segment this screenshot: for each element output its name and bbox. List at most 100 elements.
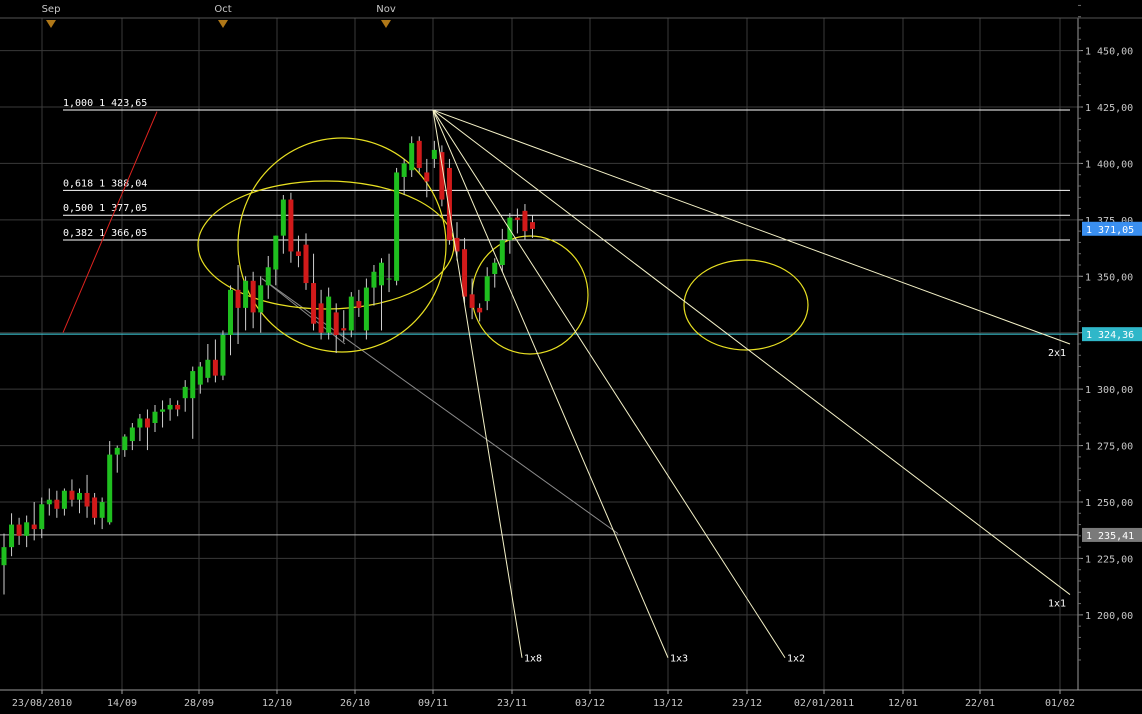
candle-body [401, 163, 407, 177]
candle-body [318, 303, 324, 333]
candle-body [326, 296, 332, 333]
gann-fan-line [432, 109, 669, 658]
candle-body [371, 271, 377, 288]
candle-body [514, 217, 520, 220]
candle-body [273, 235, 279, 270]
candle-body [39, 504, 45, 530]
candle-body [258, 285, 264, 313]
candle-body [69, 490, 75, 500]
x-tick-label: 22/01 [965, 698, 995, 709]
x-tick-label: 12/01 [888, 698, 918, 709]
candle-body [92, 497, 98, 518]
candle-body [280, 199, 286, 236]
y-tick-label: 1 200,00 [1085, 611, 1133, 622]
candle-body [243, 280, 249, 308]
x-tick-label: 26/10 [340, 698, 370, 709]
price-badge-label: 1 371,05 [1086, 225, 1134, 236]
candle-body [265, 267, 271, 286]
candle-body [356, 301, 362, 308]
grid [0, 18, 1078, 690]
candle-body [61, 490, 67, 509]
candle-body [484, 276, 490, 302]
candle-body [99, 502, 105, 518]
fib-level-label: 0,500 1 377,05 [63, 203, 147, 214]
candle-body [212, 359, 218, 376]
y-tick-label: 1 250,00 [1085, 498, 1133, 509]
candle-body [250, 280, 256, 313]
candle-body [311, 283, 317, 324]
candle-body [386, 278, 392, 280]
candle-body [190, 371, 196, 399]
gann-fan: 1x8 1x3 1x2 1x1 2x1 [432, 109, 1071, 665]
gann-fan-label: 1x1 [1048, 599, 1066, 610]
candle-body [122, 436, 128, 451]
chart: 1,000 1 423,65 0,618 1 388,04 0,500 1 377,… [0, 4, 1142, 709]
candle-body [424, 172, 430, 182]
candle-body [160, 409, 166, 412]
candle-body [54, 499, 60, 509]
gann-fan-line [432, 109, 523, 658]
candle-body [182, 386, 188, 399]
candle-body [363, 287, 369, 331]
y-tick-label: 1 450,00 [1085, 47, 1133, 58]
ellipse-annotation [197, 180, 455, 310]
candle-body [205, 359, 211, 378]
fib-level-label: 0,618 1 388,04 [63, 178, 147, 189]
candle-body [16, 524, 22, 536]
candle-body [1, 547, 7, 566]
y-tick-label: 1 400,00 [1085, 159, 1133, 170]
price-badge-label: 1 235,41 [1086, 531, 1134, 542]
y-tick-label: 1 425,00 [1085, 103, 1133, 114]
candle-body [522, 210, 528, 232]
gann-fan-label: 1x3 [670, 654, 688, 665]
candle-body [129, 427, 135, 442]
gann-fan-label: 1x2 [787, 654, 805, 665]
candle-body [462, 249, 468, 297]
gann-fan-line [432, 109, 786, 659]
fib-level-label: 1,000 1 423,65 [63, 98, 147, 109]
candle-body [114, 447, 120, 455]
candle-body [530, 222, 535, 229]
candle-body [77, 492, 82, 500]
candle-body [341, 328, 347, 331]
x-tick-label: 23/11 [497, 698, 527, 709]
candle-body [144, 418, 150, 428]
x-tick-label: 23/12 [732, 698, 762, 709]
candle-body [409, 143, 415, 171]
candle-body [379, 262, 384, 286]
ellipse-annotation [683, 259, 809, 351]
y-tick-label: 1 275,00 [1085, 442, 1133, 453]
candle-body [84, 492, 90, 507]
month-marker-icon [46, 20, 56, 28]
candle-body [348, 296, 354, 331]
candle-body [46, 499, 52, 505]
candle-body [499, 240, 505, 265]
candle-body [152, 411, 158, 423]
candle-body [446, 167, 452, 241]
candle-body [24, 522, 30, 536]
candle-body [107, 454, 113, 523]
candle-body [469, 294, 475, 308]
x-tick-label: 02/01/2011 [794, 698, 854, 709]
gann-fan-label: 1x8 [524, 654, 542, 665]
gann-fan-label: 2x1 [1048, 348, 1066, 359]
month-marker-icon [381, 20, 391, 28]
month-marker-label: Oct [214, 4, 231, 15]
horizontal-lines [0, 333, 1078, 536]
trend-line-red [62, 111, 158, 333]
candle-body [416, 140, 422, 168]
candle-body [394, 172, 400, 281]
fibonacci-levels: 1,000 1 423,65 0,618 1 388,04 0,500 1 377,… [63, 98, 1070, 241]
x-tick-label: 23/08/2010 [12, 698, 72, 709]
candle-body [197, 366, 203, 385]
candle-body [9, 524, 15, 548]
month-marker-label: Nov [376, 4, 396, 15]
candle-body [303, 244, 309, 284]
gann-fan-line [432, 109, 1071, 595]
x-tick-label: 14/09 [107, 698, 137, 709]
price-badge-label: 1 324,36 [1086, 330, 1134, 341]
x-tick-label: 01/02 [1045, 698, 1075, 709]
y-tick-label: 1 350,00 [1085, 272, 1133, 283]
candle-body [431, 149, 437, 159]
candle-body [235, 289, 241, 308]
